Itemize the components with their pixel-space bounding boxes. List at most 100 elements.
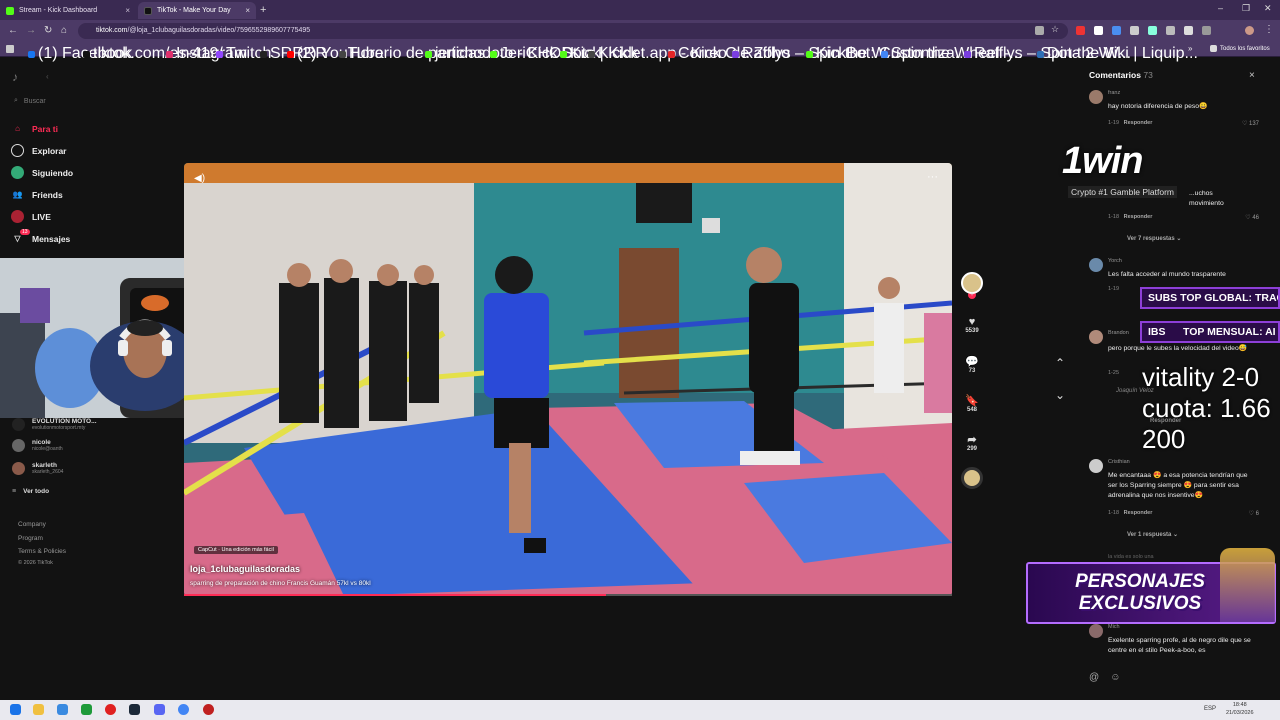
forward-icon[interactable]: → (26, 25, 36, 36)
nav-explorar[interactable]: Explorar (11, 144, 67, 157)
avatar[interactable] (1089, 258, 1103, 272)
comment-user[interactable]: Brandon (1108, 330, 1129, 336)
avatar[interactable] (1089, 459, 1103, 473)
bookmark-star-icon[interactable]: ☆ (1051, 24, 1060, 34)
search-button[interactable]: ⌕ Buscar (14, 97, 46, 105)
close-icon[interactable]: × (1249, 70, 1255, 81)
comment-text: Me encantaaa 😍 a esa potencia tendrían q… (1108, 472, 1248, 499)
all-bookmarks-button[interactable]: Todos los favoritos (1210, 45, 1270, 52)
file-explorer-icon[interactable] (33, 704, 44, 715)
avatar[interactable] (1089, 330, 1103, 344)
extension-icon[interactable] (1094, 26, 1103, 35)
new-tab-button[interactable]: + (260, 4, 266, 16)
extension-icon[interactable] (1148, 26, 1157, 35)
collapse-icon[interactable]: ‹ (46, 72, 49, 81)
mention-icon[interactable]: @ (1089, 672, 1099, 683)
bookmark-favicon (806, 50, 813, 58)
emoji-icon[interactable]: ☺ (1110, 672, 1120, 683)
bookmark-favicon (260, 50, 267, 58)
discord-icon[interactable] (154, 704, 165, 715)
subs-mensual-prefix: IBS (1148, 326, 1166, 338)
extensions-puzzle-icon[interactable] (1202, 26, 1211, 35)
extension-icon[interactable] (1184, 26, 1193, 35)
view-replies-button[interactable]: Ver 7 respuestas ⌄ (1127, 235, 1181, 242)
extension-icon[interactable] (1166, 26, 1175, 35)
comment-like[interactable]: ♡ 137 (1242, 120, 1259, 127)
view-replies-button[interactable]: Ver 1 respuesta ⌄ (1127, 531, 1178, 538)
reply-button[interactable]: Responder (1124, 120, 1153, 126)
comment-like[interactable]: ♡ 46 (1245, 214, 1259, 221)
apps-icon[interactable] (6, 45, 14, 53)
clock[interactable]: 18:48 21/03/2026 (1226, 701, 1254, 717)
sound-disc[interactable] (958, 467, 986, 491)
comment-like[interactable]: ♡ 6 (1249, 510, 1259, 517)
capcut-badge[interactable]: CapCut · Una edición más fácil (194, 546, 278, 554)
bookmark-item[interactable]: Dota 2 Wiki | Liquip... (1037, 45, 1198, 63)
cast-icon[interactable] (1035, 26, 1044, 35)
bet-amount: 200 (1142, 424, 1186, 454)
footer-company[interactable]: Company (18, 521, 46, 528)
extension-icon[interactable] (1076, 26, 1085, 35)
following-item[interactable]: skarleth skarleth_2604 (12, 462, 63, 475)
maximize-icon[interactable]: ❐ (1242, 3, 1250, 14)
back-icon[interactable]: ← (8, 25, 18, 36)
profile-avatar[interactable] (1245, 26, 1254, 35)
close-tab-icon[interactable]: × (245, 6, 250, 15)
following-item[interactable]: nicole nicole@oanth (12, 439, 63, 452)
comment-user[interactable]: franz (1108, 90, 1120, 96)
like-button[interactable]: ♥ 5539 (958, 316, 986, 334)
extension-icon[interactable] (1112, 26, 1121, 35)
opera-icon[interactable] (105, 704, 116, 715)
nav-friends[interactable]: 👥 Friends (11, 188, 63, 201)
comment-button[interactable]: 💬 73 (958, 355, 986, 374)
share-button[interactable]: ➦ 299 (958, 433, 986, 452)
comment-user[interactable]: Yorch (1108, 258, 1122, 264)
extension-icon[interactable] (1130, 26, 1139, 35)
home-icon[interactable]: ⌂ (61, 25, 67, 36)
nav-para-ti[interactable]: ⌂ Para ti (11, 122, 58, 135)
close-tab-icon[interactable]: × (125, 6, 130, 15)
bookmark-favicon (588, 50, 595, 58)
author-avatar[interactable]: + (958, 272, 986, 299)
nav-siguiendo[interactable]: Siguiendo (11, 166, 73, 179)
previous-video-icon[interactable]: ⌃ (1055, 356, 1065, 370)
steam-icon[interactable] (129, 704, 140, 715)
reload-icon[interactable]: ↻ (44, 25, 52, 36)
chrome-icon[interactable] (178, 704, 189, 715)
windows-start-icon[interactable] (10, 704, 21, 715)
tab-tiktok[interactable]: TikTok - Make Your Day × (138, 2, 256, 19)
reply-button[interactable]: Responder (1124, 510, 1153, 516)
ver-todo-link[interactable]: ≡ Ver todo (12, 488, 49, 495)
save-button[interactable]: 🔖 548 (958, 394, 986, 413)
menu-icon[interactable]: ⋮ (1264, 24, 1274, 35)
app-icon[interactable] (81, 704, 92, 715)
personajes-line2: EXCLUSIVOS (1078, 593, 1202, 614)
close-window-icon[interactable]: ✕ (1264, 3, 1272, 14)
comment-meta: 1-18 Responder (1108, 214, 1152, 220)
reply-button[interactable]: Responder (1124, 214, 1153, 220)
tab-kick-dashboard[interactable]: Stream - Kick Dashboard × (0, 2, 136, 19)
nav-live[interactable]: LIVE (11, 210, 51, 223)
comment-user[interactable]: Cristhian (1108, 459, 1130, 465)
next-video-icon[interactable]: ⌄ (1055, 388, 1065, 402)
language-indicator[interactable]: ESP (1204, 706, 1216, 712)
minimize-icon[interactable]: – (1218, 3, 1223, 13)
obs-icon[interactable] (203, 704, 214, 715)
footer-terms[interactable]: Terms & Policies (18, 548, 66, 555)
url-input[interactable]: tiktok.com/@loja_1clubaguilasdoradas/vid… (78, 23, 1068, 39)
personajes-line1: PERSONAJES (1075, 571, 1205, 592)
more-options-icon[interactable]: ··· (927, 171, 938, 183)
comment-user[interactable]: Mich (1108, 624, 1120, 630)
avatar[interactable] (1089, 90, 1103, 104)
app-icon[interactable] (57, 704, 68, 715)
bookmarks-overflow-icon[interactable]: » (1188, 44, 1192, 53)
following-item[interactable]: EVOLUTION MOTO... evolutionmotorsport.mty (12, 418, 97, 431)
video-player[interactable]: ◀) ··· (184, 163, 952, 596)
tiktok-logo[interactable]: ♪ (12, 70, 18, 84)
video-author[interactable]: loja_1clubaguilasdoradas (190, 564, 300, 574)
footer-program[interactable]: Program (18, 535, 43, 542)
mute-icon[interactable]: ◀) (194, 173, 205, 184)
tab-label: Stream - Kick Dashboard (19, 7, 98, 14)
avatar[interactable] (1089, 624, 1103, 638)
comment-user[interactable]: la vida es solo una (1108, 554, 1154, 560)
